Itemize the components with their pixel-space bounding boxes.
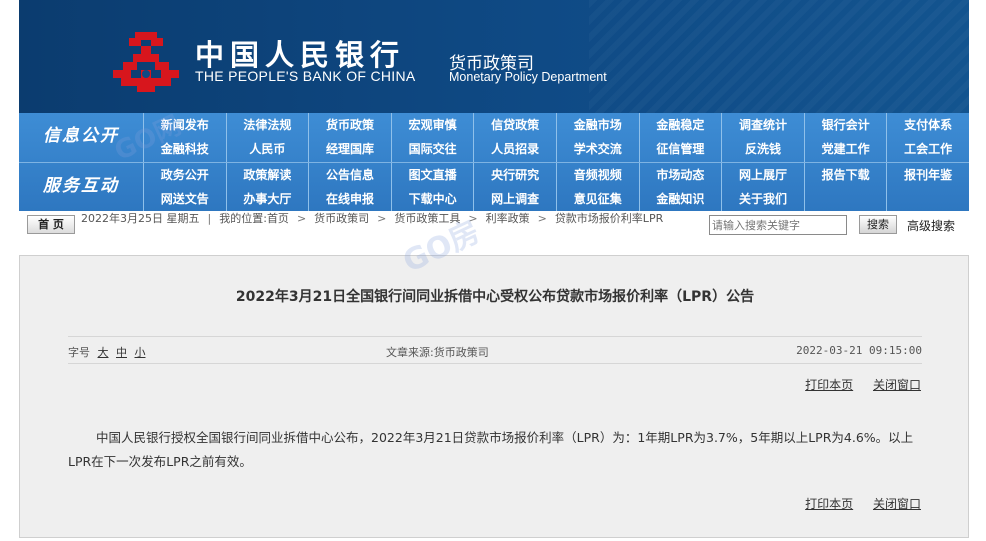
source-value: 货币政策司 [433,346,489,359]
breadcrumb-separator: > [468,212,478,225]
nav-item-documents[interactable]: 网送文告 [143,187,226,212]
current-date: 2022年3月25日 星期五 [81,212,200,225]
nav-item-aml[interactable]: 反洗钱 [721,137,804,162]
nav-item-payment[interactable]: 支付体系 [886,113,969,137]
site-header: 中国人民银行 THE PEOPLE'S BANK OF CHINA 货币政策司 … [19,0,969,113]
nav-item-credit-policy[interactable]: 信贷政策 [473,113,556,137]
breadcrumb-label: 我的位置: [219,212,267,225]
nav-item-feedback[interactable]: 意见征集 [555,187,639,212]
nav-item-financial-knowledge[interactable]: 金融知识 [638,187,722,212]
breadcrumb-interest-policy[interactable]: 利率政策 [486,212,530,225]
nav-item-international[interactable]: 国际交往 [390,137,474,162]
search-button[interactable]: 搜索 [859,215,897,234]
nav-item-live[interactable]: 图文直播 [390,163,474,187]
nav-item-fintech[interactable]: 金融科技 [143,137,226,162]
nav-item-online-filing[interactable]: 在线申报 [308,187,391,212]
source-label: 文章来源: [386,346,434,359]
breadcrumb-department[interactable]: 货币政策司 [314,212,369,225]
article-source: 文章来源:货币政策司 [386,344,489,360]
nav-item-union[interactable]: 工会工作 [886,137,969,162]
nav-item-empty [886,187,969,212]
breadcrumb: 2022年3月25日 星期五 | 我的位置:首页 > 货币政策司 > 货币政策工具 > 利率政策… [81,212,701,225]
nav-item-policy-interpretation[interactable]: 政策解读 [225,163,309,187]
nav-group-service: 服务互动 政务公开 政策解读 公告信息 图文直播 央行研究 音频视频 市场动态 … [19,162,969,212]
nav-item-news[interactable]: 新闻发布 [143,113,226,137]
nav-item-monetary-policy[interactable]: 货币政策 [308,113,391,137]
divider: | [207,212,212,225]
nav-item-service-hall[interactable]: 办事大厅 [225,187,309,212]
font-size-small[interactable]: 小 [135,346,146,359]
nav-item-announcements[interactable]: 公告信息 [308,163,391,187]
nav-item-download-center[interactable]: 下载中心 [390,187,474,212]
nav-item-academic[interactable]: 学术交流 [555,137,639,162]
nav-item-empty [803,187,887,212]
nav-item-yearbook[interactable]: 报刊年鉴 [886,163,969,187]
bank-name-en[interactable]: THE PEOPLE'S BANK OF CHINA [195,68,416,84]
nav-item-party[interactable]: 党建工作 [803,137,887,162]
home-button[interactable]: 首 页 [27,215,75,234]
department-name-en[interactable]: Monetary Policy Department [449,70,607,84]
main-navigation: 信息公开 新闻发布 法律法规 货币政策 宏观审慎 信贷政策 金融市场 金融稳定 … [19,113,969,212]
search-input[interactable] [709,215,847,235]
article-datetime: 2022-03-21 09:15:00 [796,344,922,357]
nav-item-audio-video[interactable]: 音频视频 [555,163,639,187]
breadcrumb-tools[interactable]: 货币政策工具 [394,212,460,225]
nav-item-treasury[interactable]: 经理国库 [308,137,391,162]
article-actions-top: 打印本页 关闭窗口 [789,376,921,393]
nav-item-rmb[interactable]: 人民币 [225,137,309,162]
breadcrumb-separator: > [296,212,307,225]
header-decoration [589,0,969,113]
font-size-large[interactable]: 大 [98,346,109,359]
nav-item-financial-market[interactable]: 金融市场 [555,113,639,137]
article-title: 2022年3月21日全国银行间同业拆借中心受权公布贷款市场报价利率（LPR）公告 [235,289,755,305]
nav-item-accounting[interactable]: 银行会计 [803,113,887,137]
breadcrumb-separator: > [537,212,547,225]
font-size-medium[interactable]: 中 [116,346,127,359]
pboc-logo-icon[interactable] [111,30,181,92]
font-size-control: 字号 大 中 小 [68,344,146,360]
advanced-search-link[interactable]: 高级搜索 [907,217,955,234]
nav-item-research[interactable]: 央行研究 [473,163,556,187]
nav-item-laws[interactable]: 法律法规 [225,113,309,137]
nav-item-online-survey[interactable]: 网上调查 [473,187,556,212]
close-window-link[interactable]: 关闭窗口 [873,497,921,511]
nav-item-credit-reference[interactable]: 征信管理 [638,137,722,162]
article-body: 中国人民银行授权全国银行间同业拆借中心公布，2022年3月21日贷款市场报价利率… [68,430,914,469]
nav-item-macroprudential[interactable]: 宏观审慎 [390,113,474,137]
location-bar: 首 页 2022年3月25日 星期五 | 我的位置:首页 > 货币政策司 > 货币政策工具 >… [19,211,969,239]
breadcrumb-home[interactable]: 首页 [267,212,289,225]
nav-items: 政务公开 政策解读 公告信息 图文直播 央行研究 音频视频 市场动态 网上展厅 … [143,163,969,212]
nav-item-about-us[interactable]: 关于我们 [721,187,804,212]
nav-item-market-news[interactable]: 市场动态 [638,163,722,187]
nav-group-title: 服务互动 [43,176,119,196]
nav-item-statistics[interactable]: 调查统计 [721,113,804,137]
breadcrumb-lpr[interactable]: 贷款市场报价利率LPR [555,212,663,225]
nav-item-financial-stability[interactable]: 金融稳定 [638,113,722,137]
breadcrumb-separator: > [377,212,387,225]
nav-items: 新闻发布 法律法规 货币政策 宏观审慎 信贷政策 金融市场 金融稳定 调查统计 … [143,113,969,162]
close-window-link[interactable]: 关闭窗口 [873,378,921,392]
nav-item-recruitment[interactable]: 人员招录 [473,137,556,162]
article-meta: 字号 大 中 小 文章来源:货币政策司 2022-03-21 09:15:00 [68,336,922,364]
nav-item-government-affairs[interactable]: 政务公开 [143,163,226,187]
print-link[interactable]: 打印本页 [805,378,853,392]
article-panel: 2022年3月21日全国银行间同业拆借中心受权公布贷款市场报价利率（LPR）公告… [19,255,969,538]
nav-group-title: 信息公开 [43,126,119,146]
nav-group-info: 信息公开 新闻发布 法律法规 货币政策 宏观审慎 信贷政策 金融市场 金融稳定 … [19,113,969,162]
nav-item-report-download[interactable]: 报告下载 [803,163,887,187]
print-link[interactable]: 打印本页 [805,497,853,511]
font-size-label: 字号 [68,346,90,359]
nav-item-online-exhibition[interactable]: 网上展厅 [721,163,804,187]
article-actions-bottom: 打印本页 关闭窗口 [789,495,921,512]
